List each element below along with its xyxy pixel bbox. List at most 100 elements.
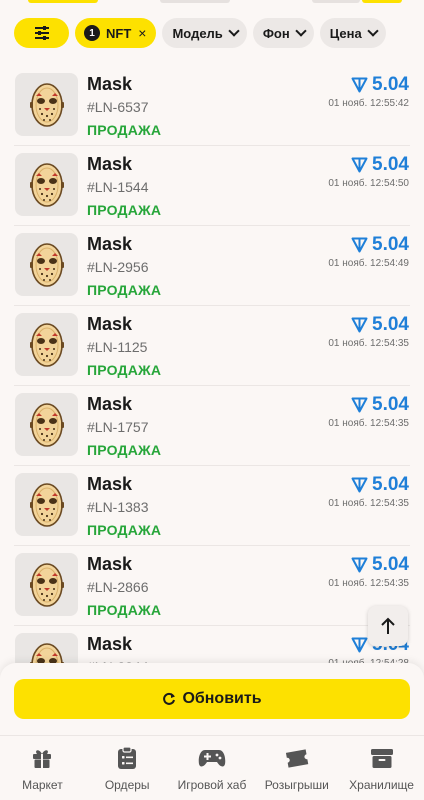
nft-name: Mask [87, 74, 133, 94]
hockey-mask-icon [29, 482, 64, 527]
nav-label: Маркет [22, 778, 63, 792]
nft-number: #LN-2866 [87, 579, 149, 595]
price-value: 5.04 [372, 154, 409, 175]
listing-timestamp: 01 нояб. 12:54:35 [328, 498, 409, 509]
filter-menu-button[interactable] [14, 18, 69, 48]
ton-icon [351, 477, 368, 493]
listing-list: Mask #LN-6537 ПРОДАЖА 5.04 01 нояб. 12:5… [0, 66, 424, 666]
listing-timestamp: 01 нояб. 12:54:35 [328, 418, 409, 429]
nav-label: Игровой хаб [177, 778, 247, 792]
chevron-down-icon [367, 25, 379, 37]
chevron-down-icon [228, 25, 240, 37]
nft-name: Mask [87, 154, 133, 174]
price-value: 5.04 [372, 314, 409, 335]
model-filter-label: Модель [172, 25, 223, 41]
price-filter-label: Цена [329, 25, 362, 41]
nft-thumbnail [15, 473, 78, 536]
listing-row[interactable]: Mask #LN-1125 ПРОДАЖА 5.04 01 нояб. 12:5… [14, 306, 410, 386]
remove-filter-icon[interactable]: × [138, 25, 146, 41]
ton-icon [351, 157, 368, 173]
model-filter-dropdown[interactable]: Модель [162, 18, 247, 48]
nft-filter-label: NFT [106, 25, 132, 41]
nft-filter-count: 1 [84, 25, 100, 41]
listing-row[interactable]: Mask #LN-1383 ПРОДАЖА 5.04 01 нояб. 12:5… [14, 466, 410, 546]
nav-tab-storage[interactable]: Хранилище [340, 736, 424, 792]
ton-icon [351, 317, 368, 333]
chevron-down-icon [295, 25, 307, 37]
listing-row[interactable]: Mask #LN-6537 ПРОДАЖА 5.04 01 нояб. 12:5… [14, 66, 410, 146]
listing-timestamp: 01 нояб. 12:54:35 [328, 338, 409, 349]
listing-timestamp: 01 нояб. 12:54:35 [328, 578, 409, 589]
nft-price: 5.04 [351, 474, 409, 496]
hockey-mask-icon [29, 322, 64, 367]
price-value: 5.04 [372, 74, 409, 95]
nft-price: 5.04 [351, 394, 409, 416]
nft-number: #LN-1125 [87, 339, 148, 355]
scroll-to-top-button[interactable] [368, 606, 408, 646]
sale-status-badge: ПРОДАЖА [87, 122, 162, 138]
nav-label: Хранилище [349, 778, 414, 792]
bottom-nav: Маркет Ордеры Игровой хаб Розыгрыши Хран… [0, 735, 424, 800]
hockey-mask-icon [29, 402, 64, 447]
price-value: 5.04 [372, 234, 409, 255]
hockey-mask-icon [29, 242, 64, 287]
nav-tab-market[interactable]: Маркет [0, 736, 84, 792]
nft-thumbnail [15, 153, 78, 216]
hockey-mask-icon [29, 562, 64, 607]
nav-label: Ордеры [104, 778, 150, 792]
listing-row[interactable]: Mask #LN-2844 ПРОДАЖА 5.04 01 нояб. 12:5… [14, 626, 410, 666]
nav-tab-giveaways[interactable]: Розыгрыши [255, 736, 339, 792]
top-peek-strip [0, 0, 424, 6]
nft-price: 5.04 [351, 234, 409, 256]
nft-filter-chip[interactable]: 1 NFT × [75, 18, 157, 48]
listing-timestamp: 01 нояб. 12:54:49 [328, 258, 409, 269]
listing-row[interactable]: Mask #LN-1544 ПРОДАЖА 5.04 01 нояб. 12:5… [14, 146, 410, 226]
sale-status-badge: ПРОДАЖА [87, 282, 162, 298]
price-value: 5.04 [372, 554, 409, 575]
nft-name: Mask [87, 234, 133, 254]
price-value: 5.04 [372, 474, 409, 495]
nft-number: #LN-2956 [87, 259, 149, 275]
gamepad-icon [198, 745, 226, 771]
refresh-label: Обновить [182, 690, 262, 707]
background-filter-label: Фон [262, 25, 290, 41]
listing-row[interactable]: Mask #LN-2956 ПРОДАЖА 5.04 01 нояб. 12:5… [14, 226, 410, 306]
nft-name: Mask [87, 474, 133, 494]
nft-thumbnail [15, 553, 78, 616]
gift-icon [31, 745, 53, 771]
archive-icon [370, 745, 394, 771]
nft-name: Mask [87, 394, 133, 414]
price-value: 5.04 [372, 394, 409, 415]
ton-icon [351, 637, 368, 653]
nav-tab-game-hub[interactable]: Игровой хаб [170, 736, 254, 792]
listing-row[interactable]: Mask #LN-1757 ПРОДАЖА 5.04 01 нояб. 12:5… [14, 386, 410, 466]
nft-number: #LN-1757 [87, 419, 149, 435]
price-filter-dropdown[interactable]: Цена [319, 18, 386, 48]
nft-name: Mask [87, 554, 133, 574]
sale-status-badge: ПРОДАЖА [87, 362, 162, 378]
hockey-mask-icon [29, 162, 64, 207]
nft-thumbnail [15, 313, 78, 376]
hockey-mask-icon [29, 82, 64, 127]
nft-thumbnail [15, 633, 78, 666]
nft-thumbnail [15, 233, 78, 296]
ton-icon [351, 557, 368, 573]
ticket-icon [284, 745, 310, 771]
nft-price: 5.04 [351, 554, 409, 576]
nft-price: 5.04 [351, 74, 409, 96]
listing-timestamp: 01 нояб. 12:54:50 [328, 178, 409, 189]
listing-timestamp: 01 нояб. 12:55:42 [328, 98, 409, 109]
sale-status-badge: ПРОДАЖА [87, 202, 162, 218]
clipboard-icon [117, 745, 137, 771]
bottom-panel: Обновить Маркет Ордеры Игровой хаб Розыг… [0, 663, 424, 800]
nft-number: #LN-6537 [87, 99, 149, 115]
refresh-button[interactable]: Обновить [14, 679, 410, 719]
ton-icon [351, 77, 368, 93]
background-filter-dropdown[interactable]: Фон [252, 18, 314, 48]
refresh-icon [163, 692, 176, 705]
nft-price: 5.04 [351, 154, 409, 176]
listing-row[interactable]: Mask #LN-2866 ПРОДАЖА 5.04 01 нояб. 12:5… [14, 546, 410, 626]
nft-number: #LN-1544 [87, 179, 149, 195]
nav-tab-orders[interactable]: Ордеры [85, 736, 169, 792]
sale-status-badge: ПРОДАЖА [87, 602, 162, 618]
